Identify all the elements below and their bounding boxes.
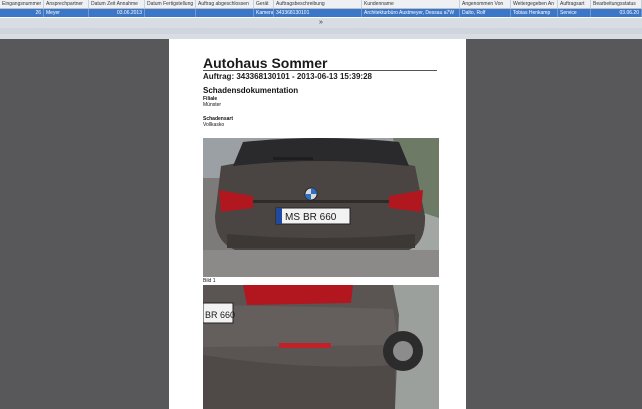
- cell-weitergegeben-an[interactable]: Tobias Henkamp: [511, 9, 558, 17]
- damage-type-value: Vollkasko: [203, 122, 225, 128]
- document-title: Autohaus Sommer: [203, 55, 328, 71]
- cell-datum-fertigstellung[interactable]: [145, 9, 196, 17]
- splitter-band: [0, 28, 642, 34]
- cell-datum-annahme[interactable]: 03.06.2013: [89, 9, 145, 17]
- plate-fragment: BR 660: [205, 310, 235, 320]
- car-side-damage-photo: BR 660: [203, 285, 439, 409]
- order-line: Auftrag: 343368130101 - 2013-06-13 15:39…: [203, 72, 372, 81]
- column-header-kundenname[interactable]: Kundenname: [362, 0, 460, 8]
- plate-number: BR 660: [303, 212, 337, 223]
- column-header-ansprechpartner[interactable]: Ansprechpartner: [44, 0, 89, 8]
- cell-kundenname[interactable]: Architekturbüro Austmeyer, Dessau a7W: [362, 9, 460, 17]
- cell-auftragsbeschreibung[interactable]: 343368130101: [274, 9, 362, 17]
- column-header-eingangsnummer[interactable]: Eingangsnummer: [0, 0, 44, 8]
- title-divider: [203, 70, 437, 71]
- column-header-auftrag-abgeschlossen[interactable]: Auftrag abgeschlossen: [196, 0, 254, 8]
- column-header-datum-fertigstellung[interactable]: Datum Fertigstellung: [145, 0, 196, 8]
- column-header-angenommen-von[interactable]: Angenommen Von: [460, 0, 511, 8]
- column-header-weitergegeben-an[interactable]: Weitergegeben An: [511, 0, 558, 8]
- cell-angenommen-von[interactable]: Dalto, Rolf: [460, 9, 511, 17]
- car-rear-photo: MS BR 660: [203, 138, 439, 277]
- column-header-auftragsbeschreibung[interactable]: Auftragsbeschreibung: [274, 0, 362, 8]
- table-row-selected[interactable]: 26 Meyer 03.06.2013 Kamera 343368130101 …: [0, 9, 642, 17]
- splitter-grip-icon[interactable]: »: [301, 19, 341, 27]
- cell-geraet[interactable]: Kamera: [254, 9, 274, 17]
- cell-ansprechpartner[interactable]: Meyer: [44, 9, 89, 17]
- damage-photo-1: MS BR 660: [203, 138, 439, 277]
- table-header: Eingangsnummer Ansprechpartner Datum Zei…: [0, 0, 642, 9]
- pdf-page: Autohaus Sommer Auftrag: 343368130101 - …: [169, 39, 466, 409]
- column-header-geraet[interactable]: Gerät: [254, 0, 274, 8]
- cell-eingangsnummer[interactable]: 26: [0, 9, 44, 17]
- column-header-auftragsart[interactable]: Auftragsart: [558, 0, 591, 8]
- branch-value: Münster: [203, 102, 222, 108]
- cell-auftrag-abgeschlossen[interactable]: [196, 9, 254, 17]
- cell-bearbeitungsstatus[interactable]: 03.06.20: [591, 9, 642, 17]
- column-header-datum-annahme[interactable]: Datum Zeit Annahme: [89, 0, 145, 8]
- photo-1-caption: Bild 1: [203, 278, 216, 284]
- section-heading: Schadensdokumentation: [203, 86, 299, 95]
- cell-auftragsart[interactable]: Service: [558, 9, 591, 17]
- pdf-viewer[interactable]: Autohaus Sommer Auftrag: 343368130101 - …: [0, 39, 642, 409]
- plate-prefix: MS: [285, 212, 300, 223]
- panel-splitter[interactable]: »: [0, 18, 642, 40]
- column-header-bearbeitungsstatus[interactable]: Bearbeitungsstatus: [591, 0, 642, 8]
- damage-photo-2: BR 660: [203, 285, 439, 409]
